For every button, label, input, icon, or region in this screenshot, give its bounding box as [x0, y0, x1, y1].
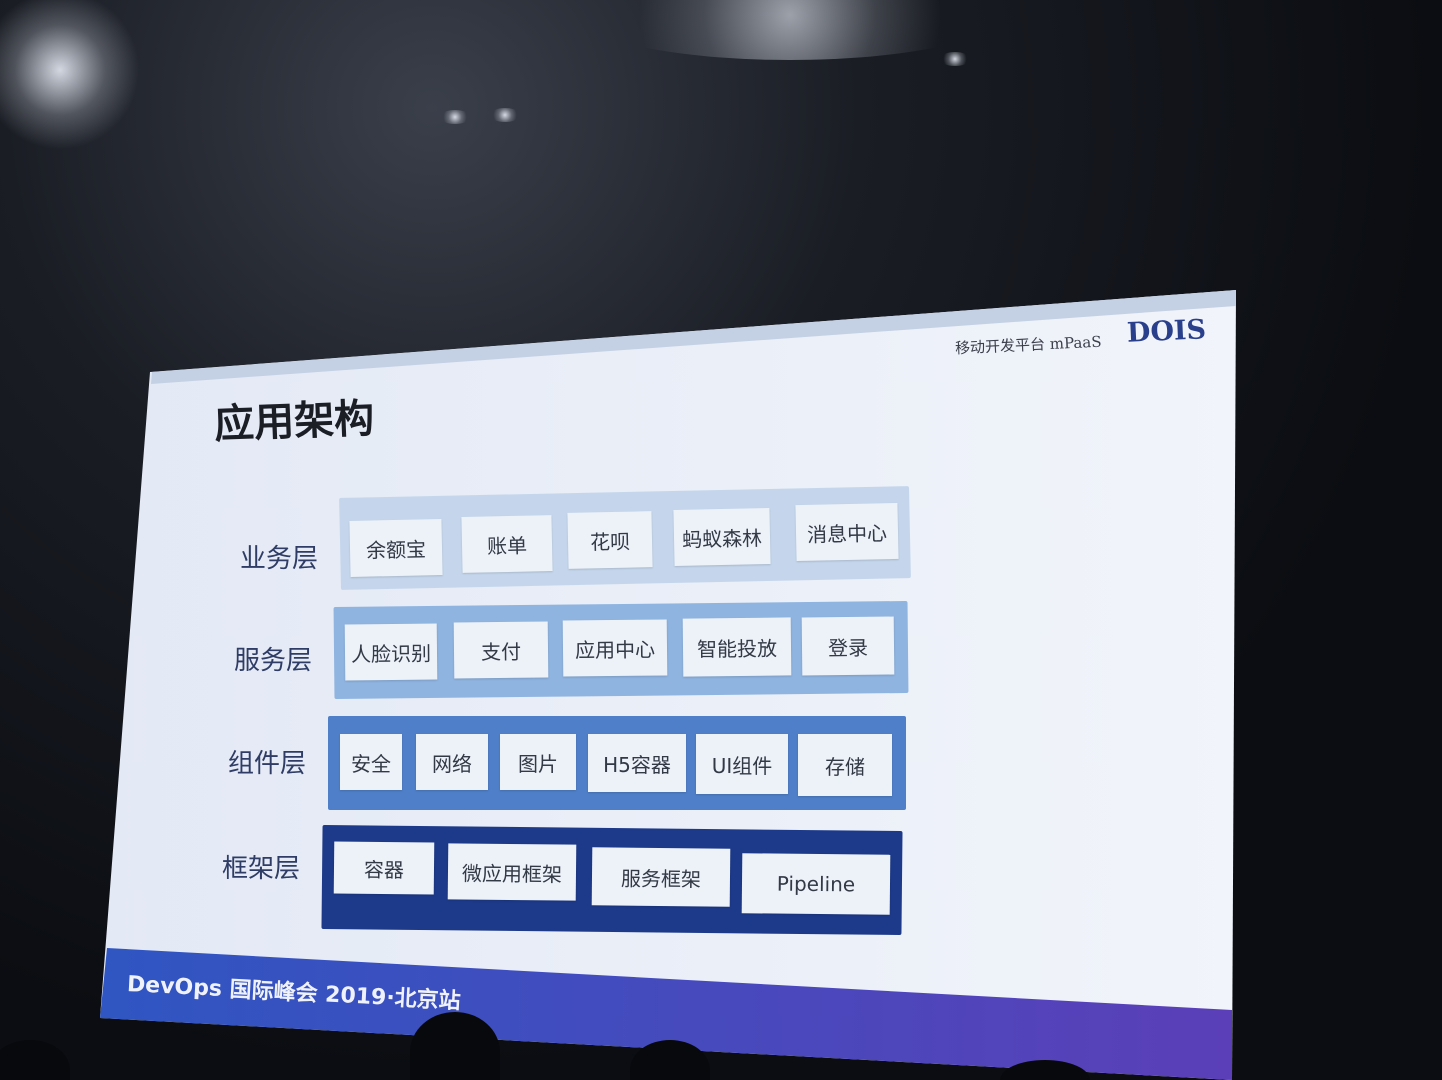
box-denglu: 登录 [801, 616, 895, 676]
box-weiyingyongkuangjia: 微应用框架 [447, 843, 577, 901]
box-pipeline: Pipeline [741, 853, 891, 915]
box-anquan: 安全 [340, 734, 402, 790]
layer-label-business: 业务层 [240, 544, 319, 574]
box-cunchu: 存储 [798, 734, 892, 796]
layer-label-component: 组件层 [228, 749, 307, 779]
box-zhifu: 支付 [453, 621, 549, 679]
box-huabei: 花呗 [567, 511, 653, 569]
box-uizujian: UI组件 [696, 734, 788, 794]
box-wangluo: 网络 [416, 734, 488, 790]
layer-label-service: 服务层 [234, 646, 313, 676]
dois-logo: DOIS [1126, 314, 1207, 349]
box-h5rongqi: H5容器 [588, 734, 686, 792]
box-rongqi: 容器 [333, 841, 435, 895]
box-yuebao: 余额宝 [349, 519, 443, 577]
slide-title: 应用架构 [213, 395, 376, 448]
box-mayisenlin: 蚂蚁森林 [673, 508, 771, 566]
conference-room: 移动开发平台 mPaaS DOIS 应用架构 业务层 服务层 组件层 框架层 余… [0, 0, 1442, 1080]
box-zhangdan: 账单 [461, 515, 553, 573]
box-renlian: 人脸识别 [344, 623, 438, 681]
box-fuwukuangjia: 服务框架 [591, 847, 731, 907]
layer-label-framework: 框架层 [222, 854, 301, 884]
box-xiaoxizhongxin: 消息中心 [795, 502, 899, 562]
box-tupian: 图片 [500, 734, 576, 790]
box-zhinengtoufang: 智能投放 [682, 617, 792, 677]
box-yingyongzhongxin: 应用中心 [562, 619, 668, 677]
